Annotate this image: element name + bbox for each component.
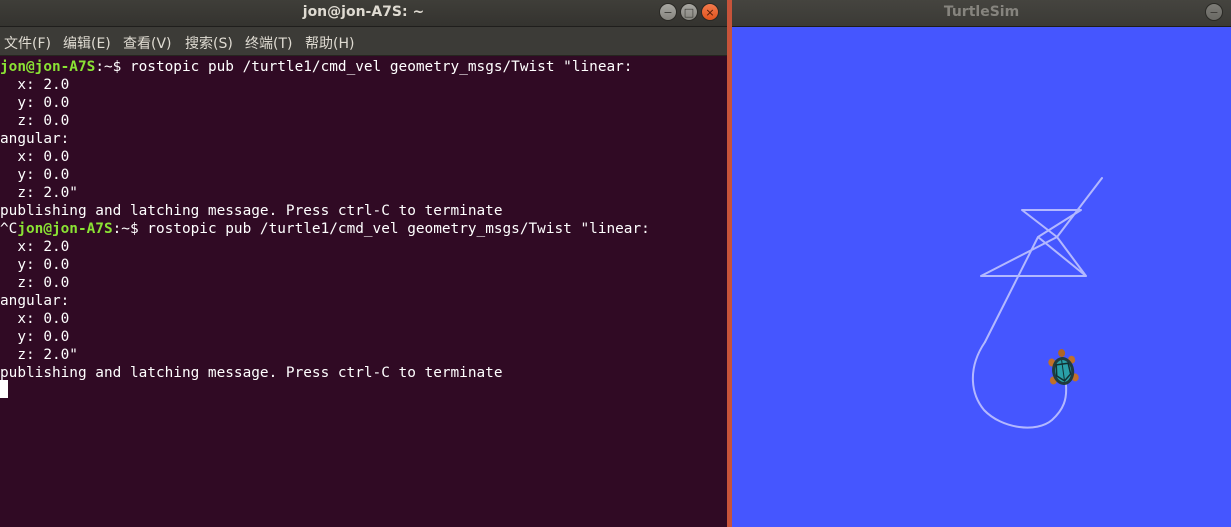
- terminal-line: angular:: [0, 293, 70, 309]
- menu-help[interactable]: 帮助(H): [305, 33, 354, 53]
- menu-file[interactable]: 文件(F): [4, 33, 51, 53]
- terminal-line: y: 0.0: [0, 167, 70, 183]
- terminal-line: ^Cjon@jon-A7S:~$ rostopic pub /turtle1/c…: [0, 220, 650, 238]
- prompt-user: jon@jon-A7S: [0, 59, 96, 75]
- terminal-window-controls: − □ ×: [659, 3, 719, 21]
- turtlesim-canvas: [971, 177, 1103, 429]
- minimize-button[interactable]: −: [1205, 3, 1223, 21]
- maximize-button[interactable]: □: [680, 3, 698, 21]
- terminal-line: z: 0.0: [0, 113, 70, 129]
- turtlesim-window[interactable]: TurtleSim −: [732, 0, 1231, 527]
- terminal-line: x: 0.0: [0, 149, 70, 165]
- turtlesim-titlebar[interactable]: TurtleSim −: [732, 0, 1231, 27]
- terminal-menubar: 文件(F) 编辑(E) 查看(V) 搜索(S) 终端(T) 帮助(H): [0, 27, 727, 56]
- menu-terminal[interactable]: 终端(T): [245, 33, 292, 53]
- menu-edit[interactable]: 编辑(E): [63, 33, 111, 53]
- turtlesim-title: TurtleSim: [943, 4, 1020, 20]
- line-text: ^C: [0, 221, 18, 237]
- terminal-line: x: 2.0: [0, 77, 70, 93]
- terminal-line: x: 2.0: [0, 239, 70, 255]
- terminal-titlebar[interactable]: jon@jon-A7S: ~ − □ ×: [0, 0, 727, 27]
- command-text: :~$ rostopic pub /turtle1/cmd_vel geomet…: [95, 59, 633, 75]
- turtlesim-window-controls: −: [1205, 3, 1223, 21]
- command-text: :~$ rostopic pub /turtle1/cmd_vel geomet…: [112, 221, 650, 237]
- terminal-line: x: 0.0: [0, 311, 70, 327]
- minimize-button[interactable]: −: [659, 3, 677, 21]
- terminal-cursor: [0, 380, 8, 398]
- turtle-trail-loop: [971, 341, 1068, 429]
- terminal-line: angular:: [0, 131, 70, 147]
- terminal-line: y: 0.0: [0, 257, 70, 273]
- terminal-line: z: 2.0": [0, 347, 78, 363]
- terminal-line: publishing and latching message. Press c…: [0, 365, 503, 381]
- terminal-window[interactable]: jon@jon-A7S: ~ − □ × 文件(F) 编辑(E) 查看(V) 搜…: [0, 0, 727, 527]
- terminal-line: z: 2.0": [0, 185, 78, 201]
- turtle-trail: [980, 177, 1103, 343]
- terminal-line: jon@jon-A7S:~$ rostopic pub /turtle1/cmd…: [0, 58, 632, 76]
- terminal-line: publishing and latching message. Press c…: [0, 203, 503, 219]
- terminal-title: jon@jon-A7S: ~: [302, 4, 425, 20]
- prompt-user: jon@jon-A7S: [17, 221, 113, 237]
- close-button[interactable]: ×: [701, 3, 719, 21]
- terminal-line: y: 0.0: [0, 95, 70, 111]
- terminal-line: z: 0.0: [0, 275, 70, 291]
- turtle-icon: [1048, 349, 1079, 385]
- terminal-line: y: 0.0: [0, 329, 70, 345]
- terminal-output[interactable]: jon@jon-A7S:~$ rostopic pub /turtle1/cmd…: [0, 58, 727, 527]
- menu-search[interactable]: 搜索(S): [185, 33, 233, 53]
- menu-view[interactable]: 查看(V): [123, 33, 172, 53]
